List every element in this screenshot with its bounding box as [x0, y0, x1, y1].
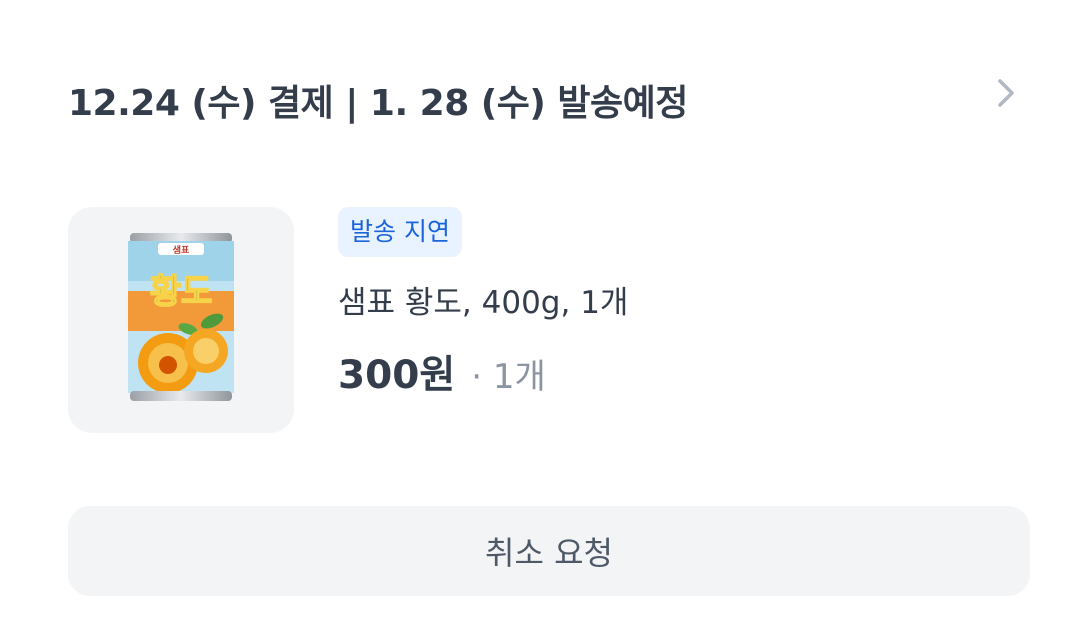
order-header-title: 12.24 (수) 결제 | 1. 28 (수) 발송예정	[68, 83, 688, 124]
cancel-request-button[interactable]: 취소 요청	[68, 506, 1030, 596]
product-name[interactable]: 샘표 황도, 400g, 1개	[338, 277, 628, 322]
yellow-peach-can-image: 샘표 황도	[128, 233, 234, 401]
price-line: 300원 · 1개	[338, 344, 628, 400]
status-badge: 발송 지연	[338, 207, 462, 257]
product-quantity: · 1개	[471, 357, 546, 397]
product-price: 300원	[338, 353, 456, 398]
product-thumbnail[interactable]: 샘표 황도	[68, 207, 294, 433]
order-header[interactable]: 12.24 (수) 결제 | 1. 28 (수) 발송예정	[68, 70, 1018, 130]
chevron-right-icon[interactable]	[988, 75, 1024, 111]
order-card: 12.24 (수) 결제 | 1. 28 (수) 발송예정 샘표 황도 발송 지…	[0, 0, 1080, 642]
product-row[interactable]: 샘표 황도 발송 지연 샘표 황도, 400g, 1개 300원 · 1개	[68, 207, 1012, 433]
can-title-text: 황도	[150, 272, 213, 312]
can-brand-text: 샘표	[173, 244, 190, 256]
cancel-request-label: 취소 요청	[485, 534, 613, 572]
product-info: 발송 지연 샘표 황도, 400g, 1개 300원 · 1개	[338, 207, 628, 400]
